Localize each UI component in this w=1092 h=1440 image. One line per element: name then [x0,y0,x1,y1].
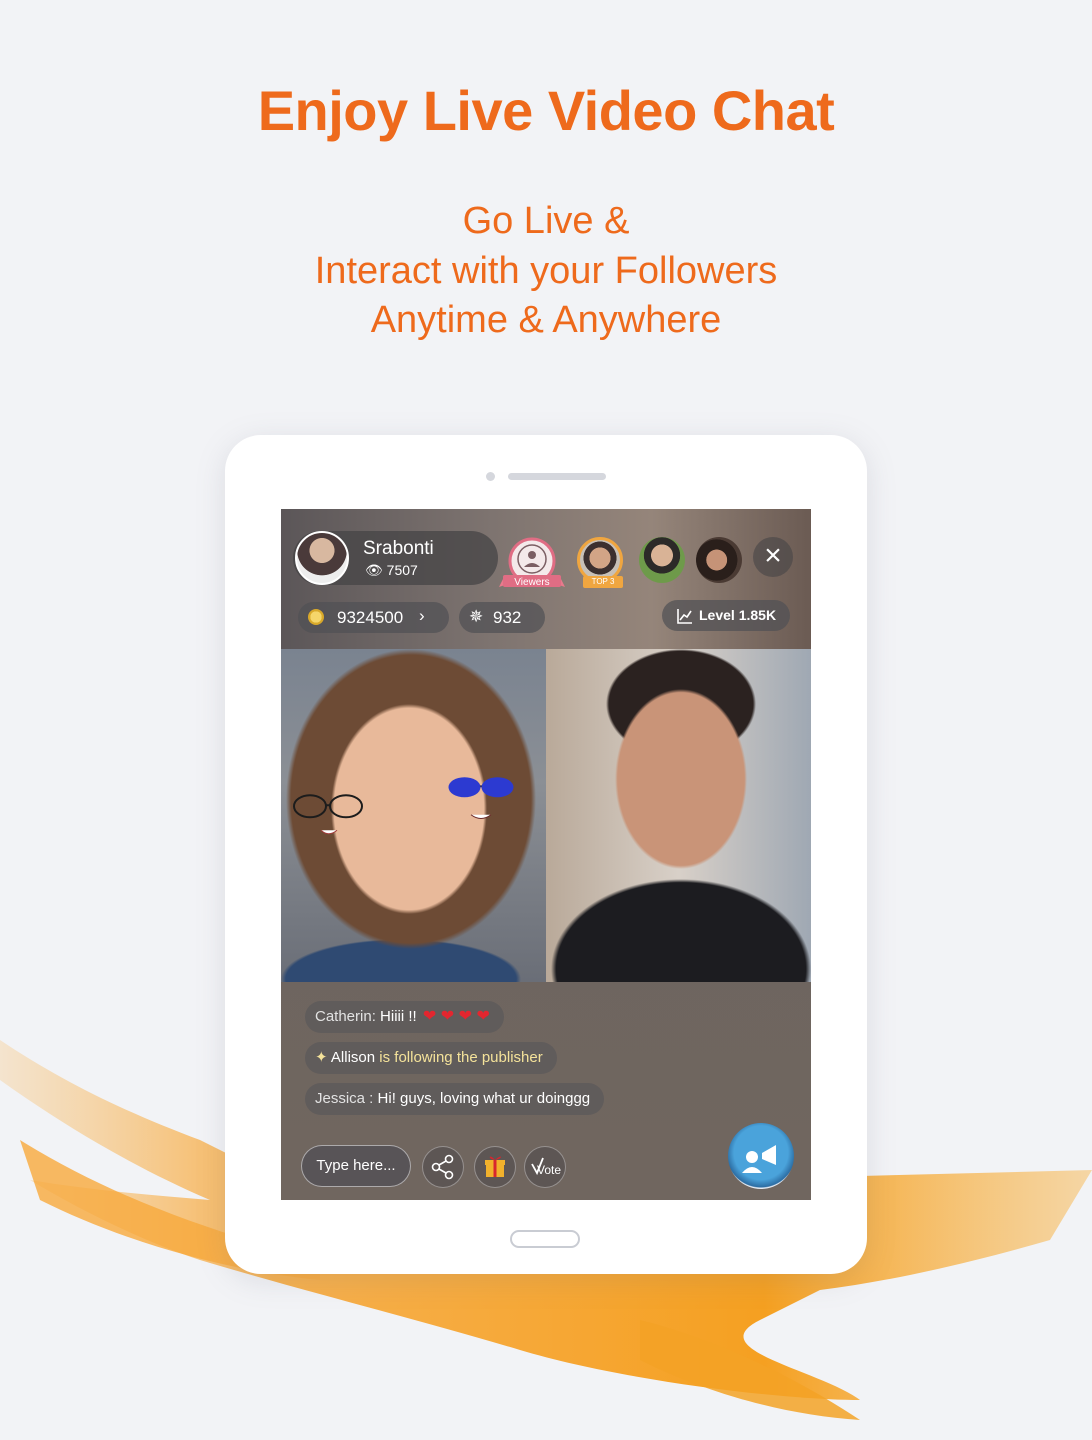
coin-icon [308,609,324,625]
gift-icon [485,1156,505,1177]
video-feed-left[interactable] [281,649,546,982]
heart-icon: ❤ ❤ ❤ ❤ [422,1008,490,1025]
host-viewer-count: 👁 7507 [365,562,418,578]
sparkle-icon: ✦ [315,1049,328,1066]
share-button[interactable] [422,1146,464,1188]
video-feed-right[interactable] [546,649,811,982]
coins-value: 9324500 [337,608,404,627]
live-screen: Srabonti 👁 7507 Viewers TOP 3 × 9324500 … [281,509,811,1200]
chart-icon [677,609,692,624]
subline-3: Anytime & Anywhere [370,299,722,341]
level-value: Level 1.85K [699,607,777,623]
megaphone-button[interactable] [728,1123,794,1189]
headline: Enjoy Live Video Chat [257,79,835,142]
top-viewer-avatar-3[interactable] [696,537,742,583]
subline-2: Interact with your Followers [314,250,778,292]
close-icon[interactable]: × [753,537,793,577]
camera-dot [486,472,495,481]
speaker-slot [508,473,606,480]
gems-pill[interactable]: ✵ 932 [459,602,545,633]
top-viewer-avatar-2[interactable] [639,537,685,583]
vote-label: Vote [537,1163,561,1177]
coins-pill[interactable]: 9324500 › [298,602,449,633]
chat-message-3: Jessica : Hi! guys, loving what ur doing… [305,1083,605,1115]
chat-input[interactable]: Type here... [301,1145,411,1187]
megaphone-icon [742,1145,776,1173]
level-pill[interactable]: Level 1.85K [662,600,790,631]
host-name: Srabonti [363,538,434,559]
subline-1: Go Live & [462,200,630,242]
gems-value: 932 [493,608,522,627]
chat-message-1: Catherin: Hiiii !! ❤ ❤ ❤ ❤ [305,1001,504,1033]
eye-icon: 👁 [365,562,383,578]
gift-button[interactable] [474,1146,516,1188]
top3-label: TOP 3 [583,576,623,588]
share-icon [431,1154,454,1180]
viewers-badge[interactable]: Viewers [499,535,565,591]
home-button[interactable] [510,1230,580,1248]
chat-message-2: ✦ Allison is following the publisher [305,1042,557,1074]
viewers-badge-label: Viewers [514,577,549,588]
chevron-right-icon: › [419,606,425,625]
vote-button[interactable]: Vote [524,1146,566,1188]
star-icon: ✵ [469,607,484,626]
vote-icon: Vote [531,1157,561,1177]
host-avatar[interactable] [295,531,349,585]
